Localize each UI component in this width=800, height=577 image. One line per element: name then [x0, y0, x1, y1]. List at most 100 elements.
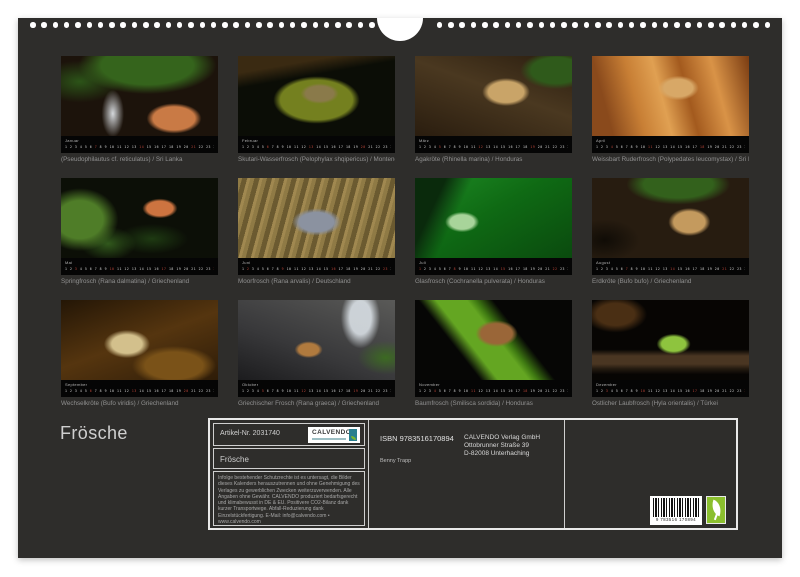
- strip-month-label: November: [419, 382, 568, 387]
- month-caption: Wechselkröte (Bufo viridis) / Griechenla…: [61, 400, 218, 408]
- mini-calendar-strip: Oktober 1 2 3 4 5 6 7 8 9 10 11 12 13 14 …: [238, 380, 395, 397]
- barcode-number: 9 783516 170894: [653, 517, 699, 523]
- month-caption: Weissbart Ruderfrosch (Polypedates leuco…: [592, 156, 749, 164]
- month-photo: [61, 178, 218, 258]
- month-caption: Glasfrosch (Cochranella pulverata) / Hon…: [415, 278, 572, 286]
- binding-hole: [335, 22, 341, 28]
- strip-month-label: Oktober: [242, 382, 391, 387]
- binding-hole: [663, 22, 669, 28]
- strip-month-label: Januar: [65, 138, 214, 143]
- binding-hole: [98, 22, 104, 28]
- hanger-notch: [377, 18, 423, 41]
- binding-hole: [109, 22, 115, 28]
- binding-hole: [674, 22, 680, 28]
- strip-month-label: Juli: [419, 260, 568, 265]
- binding-hole: [233, 22, 239, 28]
- binding-hole: [120, 22, 126, 28]
- mini-calendar-strip: November1 2 3 4 5 6 7 8 9 10 11 12 13 14…: [415, 380, 572, 397]
- binding-hole: [471, 22, 477, 28]
- eco-leaf-stem: [714, 513, 718, 520]
- binding-hole: [685, 22, 691, 28]
- month-caption: Baumfrosch (Smilisca sordida) / Honduras: [415, 400, 572, 408]
- strip-day-numbers: 1 2 3 4 5 6 7 8 9 10 11 12 13 14 15 16 1…: [596, 145, 745, 149]
- mini-calendar-strip: April 1 2 3 4 5 6 7 8 9 10 11 12 13 14 15…: [592, 136, 749, 153]
- binding-hole: [742, 22, 748, 28]
- barcode: 9 783516 170894: [650, 496, 702, 525]
- publisher-line: CALVENDO Verlag GmbH: [464, 434, 540, 442]
- binding-hole: [550, 22, 556, 28]
- calvendo-logo: CALVENDO: [308, 427, 360, 443]
- binding-hole: [719, 22, 725, 28]
- month-thumbnail-august: August1 2 3 4 5 6 7 8 9 10 11 12 13 14 1…: [592, 178, 749, 286]
- strip-month-label: Mai: [65, 260, 214, 265]
- strip-month-label: September: [65, 382, 214, 387]
- binding-hole: [256, 22, 262, 28]
- strip-month-label: Juni: [242, 260, 391, 265]
- mini-calendar-strip: August1 2 3 4 5 6 7 8 9 10 11 12 13 14 1…: [592, 258, 749, 275]
- strip-day-numbers: 1 2 3 4 5 6 7 8 9 10 11 12 13 14 15 16 1…: [65, 145, 214, 149]
- binding-hole: [516, 22, 522, 28]
- binding-hole: [493, 22, 499, 28]
- binding-hole: [731, 22, 737, 28]
- binding-hole: [595, 22, 601, 28]
- binding-hole: [279, 22, 285, 28]
- month-thumbnail-januar: Januar 1 2 3 4 5 6 7 8 9 10 11 12 13 14 1…: [61, 56, 218, 164]
- strip-day-numbers: 1 2 3 4 5 6 7 8 9 10 11 12 13 14 15 16 1…: [242, 267, 391, 271]
- binding-hole: [324, 22, 330, 28]
- publisher-address: CALVENDO Verlag GmbH Ottobrunner Straße …: [464, 434, 540, 458]
- strip-day-numbers: 1 2 3 4 5 6 7 8 9 10 11 12 13 14 15 16 1…: [242, 389, 391, 393]
- month-photo: [238, 300, 395, 380]
- strip-day-numbers: 1 2 3 4 5 6 7 8 9 10 11 12 13 14 15 16 1…: [596, 389, 745, 393]
- month-photo: [61, 300, 218, 380]
- month-thumbnail-märz: März1 2 3 4 5 6 7 8 9 10 11 12 13 14 15 …: [415, 56, 572, 164]
- strip-day-numbers: 1 2 3 4 5 6 7 8 9 10 11 12 13 14 15 16 1…: [65, 267, 214, 271]
- binding-hole: [301, 22, 307, 28]
- strip-day-numbers: 1 2 3 4 5 6 7 8 9 10 11 12 13 14 15 16 1…: [242, 145, 391, 149]
- month-caption: Agakröte (Rhinella marina) / Honduras: [415, 156, 572, 164]
- month-photo: [592, 56, 749, 136]
- month-caption: Griechischer Frosch (Rana graeca) / Grie…: [238, 400, 395, 408]
- month-thumbnail-mai: Mai 1 2 3 4 5 6 7 8 9 10 11 12 13 14 15 1…: [61, 178, 218, 286]
- binding-hole: [618, 22, 624, 28]
- month-photo: [592, 300, 749, 380]
- month-thumbnail-juni: Juni 1 2 3 4 5 6 7 8 9 10 11 12 13 14 15 …: [238, 178, 395, 286]
- month-photo: [592, 178, 749, 258]
- binding-hole: [211, 22, 217, 28]
- binding-hole: [132, 22, 138, 28]
- binding-hole: [527, 22, 533, 28]
- mini-calendar-strip: Juli1 2 3 4 5 6 7 8 9 10 11 12 13 14 15 …: [415, 258, 572, 275]
- binding-hole: [267, 22, 273, 28]
- publisher-line: D-82008 Unterhaching: [464, 450, 540, 458]
- strip-month-label: April: [596, 138, 745, 143]
- binding-hole: [753, 22, 759, 28]
- month-caption: Erdkröte (Bufo bufo) / Griechenland: [592, 278, 749, 286]
- binding-hole: [539, 22, 545, 28]
- month-photo: [238, 56, 395, 136]
- article-number-cell: Artikel-Nr. 2031740 CALVENDO: [213, 423, 365, 446]
- month-photo: [415, 178, 572, 258]
- divider-right: [564, 420, 565, 528]
- mini-calendar-strip: September1 2 3 4 5 6 7 8 9 10 11 12 13 1…: [61, 380, 218, 397]
- strip-month-label: März: [419, 138, 568, 143]
- binding-hole: [437, 22, 443, 28]
- calvendo-logo-rule: [312, 438, 346, 440]
- month-thumbnail-oktober: Oktober 1 2 3 4 5 6 7 8 9 10 11 12 13 14 …: [238, 300, 395, 408]
- binding-hole: [640, 22, 646, 28]
- mini-calendar-strip: Mai 1 2 3 4 5 6 7 8 9 10 11 12 13 14 15 1…: [61, 258, 218, 275]
- month-thumbnail-september: September1 2 3 4 5 6 7 8 9 10 11 12 13 1…: [61, 300, 218, 408]
- mini-calendar-strip: Januar 1 2 3 4 5 6 7 8 9 10 11 12 13 14 1…: [61, 136, 218, 153]
- month-thumbnail-februar: Februar1 2 3 4 5 6 7 8 9 10 11 12 13 14 …: [238, 56, 395, 164]
- box-title-cell: Frösche: [213, 448, 365, 469]
- month-caption: Östlicher Laubfrosch (Hyla orientalis) /…: [592, 400, 749, 408]
- legal-text: Infolge bestehender Schutzrechte ist es …: [218, 475, 360, 525]
- binding-hole: [41, 22, 47, 28]
- month-thumbnail-juli: Juli1 2 3 4 5 6 7 8 9 10 11 12 13 14 15 …: [415, 178, 572, 286]
- binding-hole: [629, 22, 635, 28]
- binding-hole: [177, 22, 183, 28]
- author-name: Benny Trapp: [380, 458, 411, 464]
- binding-hole: [572, 22, 578, 28]
- binding-hole: [459, 22, 465, 28]
- month-caption: Skutari-Wasserfrosch (Pelophylax shqiper…: [238, 156, 395, 164]
- binding-hole: [166, 22, 172, 28]
- binding-hole: [369, 22, 375, 28]
